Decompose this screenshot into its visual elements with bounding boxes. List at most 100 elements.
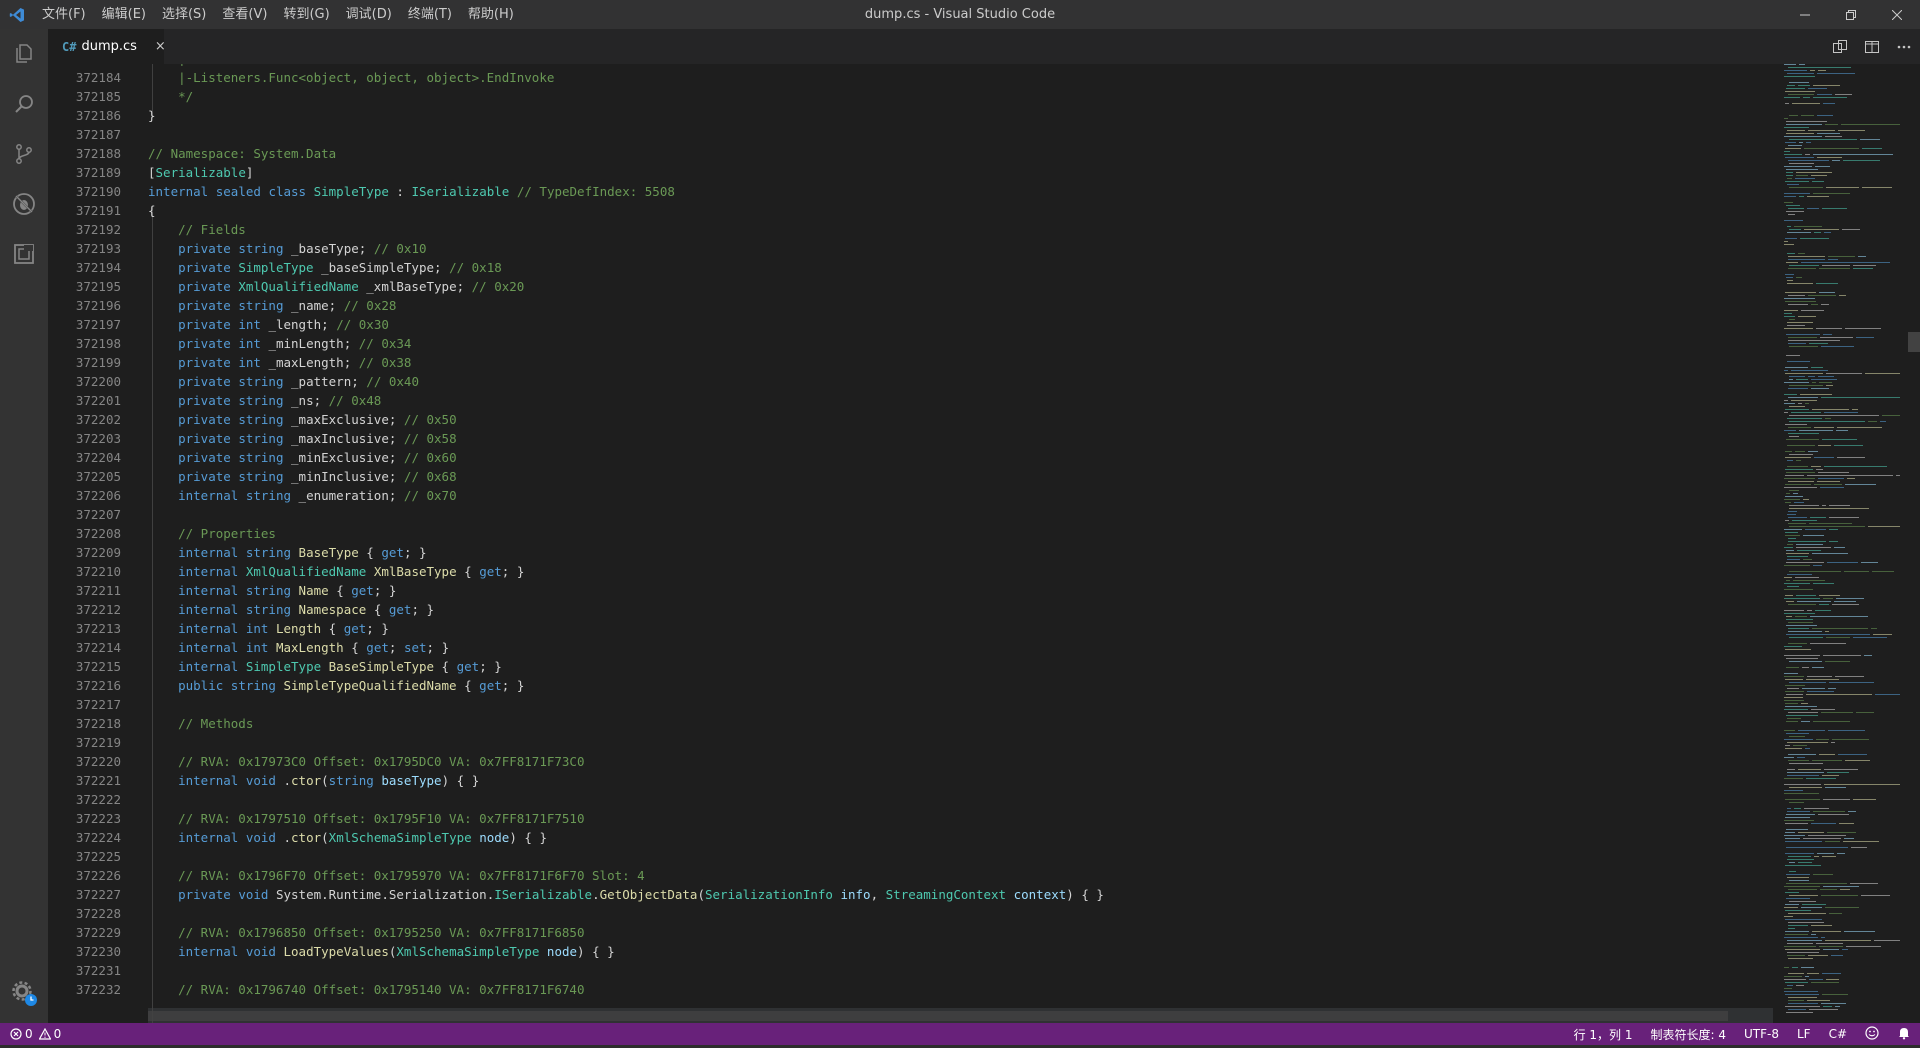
source-control-icon[interactable] xyxy=(0,129,48,179)
minimap-line xyxy=(1795,577,1819,578)
minimap-line xyxy=(1799,196,1804,197)
minimap-line xyxy=(1785,748,1802,749)
feedback-smiley-icon[interactable] xyxy=(1856,1025,1888,1043)
minimap-line xyxy=(1786,733,1809,734)
extensions-icon[interactable] xyxy=(0,229,48,279)
minimap-line xyxy=(1785,865,1821,866)
line-text: internal string BaseType { get; } xyxy=(178,545,427,560)
minimap-line xyxy=(1784,316,1795,317)
line-number: 372227 xyxy=(75,887,121,902)
close-window-button[interactable] xyxy=(1874,0,1920,29)
close-tab-icon[interactable]: × xyxy=(155,39,166,54)
line-number: 372187 xyxy=(75,127,121,142)
minimap-line xyxy=(1826,979,1839,980)
minimap-line xyxy=(1786,634,1870,635)
menu-item[interactable]: 查看(V) xyxy=(214,0,275,29)
split-editor-icon[interactable] xyxy=(1856,29,1888,64)
minimap-line xyxy=(1784,499,1800,500)
line-text: private string _minExclusive; // 0x60 xyxy=(178,450,457,465)
minimap-line xyxy=(1834,445,1863,446)
problems-indicator[interactable]: 0 0 xyxy=(0,1027,61,1041)
menu-item[interactable]: 帮助(H) xyxy=(460,0,522,29)
minimap-line xyxy=(1823,655,1861,656)
minimap-line xyxy=(1862,148,1882,149)
minimap-line xyxy=(1839,823,1854,824)
minimap-line xyxy=(1785,838,1800,839)
minimap-line xyxy=(1795,451,1805,452)
minimap-line xyxy=(1784,991,1818,992)
minimap-line xyxy=(1810,616,1868,617)
encoding[interactable]: UTF-8 xyxy=(1735,1027,1788,1041)
minimap-line xyxy=(1825,136,1842,137)
minimap-line xyxy=(1813,583,1834,584)
cursor-position[interactable]: 行 1，列 1 xyxy=(1565,1026,1642,1043)
code-line: 372226 // RVA: 0x1796F70 Offset: 0x17959… xyxy=(48,866,1778,885)
debug-icon[interactable] xyxy=(0,179,48,229)
minimap-line xyxy=(1818,70,1826,71)
minimap-line xyxy=(1798,730,1825,731)
minimap[interactable] xyxy=(1780,64,1908,1023)
vertical-scrollbar[interactable] xyxy=(1908,64,1920,1023)
minimap-line xyxy=(1786,205,1800,206)
horizontal-scrollbar[interactable] xyxy=(148,1011,1728,1021)
code-line: 372199 private int _maxLength; // 0x38 xyxy=(48,353,1778,372)
open-changes-icon[interactable] xyxy=(1824,29,1856,64)
scrollbar-thumb[interactable] xyxy=(1908,332,1920,352)
search-icon[interactable] xyxy=(0,79,48,129)
code-editor[interactable]: 372183 |-RVA: 0x82F900 Offset: 0x82E300 … xyxy=(48,64,1908,1023)
minimap-line xyxy=(1896,475,1900,476)
minimap-line xyxy=(1810,517,1826,518)
minimap-line xyxy=(1791,400,1817,401)
menu-item[interactable]: 调试(D) xyxy=(338,0,400,29)
minimap-line xyxy=(1810,643,1846,644)
minimap-line xyxy=(1853,799,1876,800)
end-of-line[interactable]: LF xyxy=(1788,1027,1820,1041)
tab-dump-cs[interactable]: C# dump.cs × xyxy=(48,29,166,64)
tab-size[interactable]: 制表符长度: 4 xyxy=(1641,1026,1735,1043)
minimap-line xyxy=(1810,70,1815,71)
minimap-line xyxy=(1817,157,1842,158)
code-line: 372215 internal SimpleType BaseSimpleTyp… xyxy=(48,657,1778,676)
files-icon[interactable] xyxy=(0,29,48,79)
restore-button[interactable] xyxy=(1828,0,1874,29)
menu-item[interactable]: 文件(F) xyxy=(34,0,94,29)
minimap-line xyxy=(1806,679,1839,680)
minimap-line xyxy=(1787,178,1792,179)
line-number: 372209 xyxy=(75,545,121,560)
minimap-line xyxy=(1789,871,1796,872)
minimap-line xyxy=(1789,115,1798,116)
notifications-bell-icon[interactable] xyxy=(1888,1026,1920,1043)
line-text: internal void LoadTypeValues(XmlSchemaSi… xyxy=(178,944,615,959)
minimap-line xyxy=(1807,475,1893,476)
line-text: internal string Name { get; } xyxy=(178,583,397,598)
minimap-line xyxy=(1817,73,1855,74)
minimap-line xyxy=(1824,769,1858,770)
more-actions-icon[interactable] xyxy=(1888,29,1920,64)
minimap-line xyxy=(1785,367,1808,368)
minimap-line xyxy=(1784,730,1795,731)
menu-item[interactable]: 终端(T) xyxy=(400,0,460,29)
minimap-line xyxy=(1789,682,1826,683)
minimap-line xyxy=(1821,397,1900,398)
minimap-line xyxy=(1786,847,1848,848)
minimap-line xyxy=(1826,385,1833,386)
minimap-line xyxy=(1787,544,1793,545)
manage-gear-icon[interactable] xyxy=(0,973,48,1013)
minimize-button[interactable] xyxy=(1782,0,1828,29)
minimap-line xyxy=(1785,904,1799,905)
line-number: 372228 xyxy=(75,906,121,921)
minimap-line xyxy=(1784,673,1798,674)
minimap-line xyxy=(1789,862,1795,863)
line-number: 372190 xyxy=(75,184,121,199)
language-mode[interactable]: C# xyxy=(1820,1027,1856,1041)
minimap-line xyxy=(1785,475,1804,476)
minimap-line xyxy=(1784,937,1818,938)
minimap-line xyxy=(1798,316,1816,317)
menu-item[interactable]: 编辑(E) xyxy=(94,0,154,29)
minimap-line xyxy=(1785,982,1808,983)
minimap-line xyxy=(1805,154,1810,155)
minimap-line xyxy=(1838,754,1867,755)
minimap-line xyxy=(1815,166,1830,167)
menu-item[interactable]: 选择(S) xyxy=(154,0,214,29)
menu-item[interactable]: 转到(G) xyxy=(275,0,337,29)
